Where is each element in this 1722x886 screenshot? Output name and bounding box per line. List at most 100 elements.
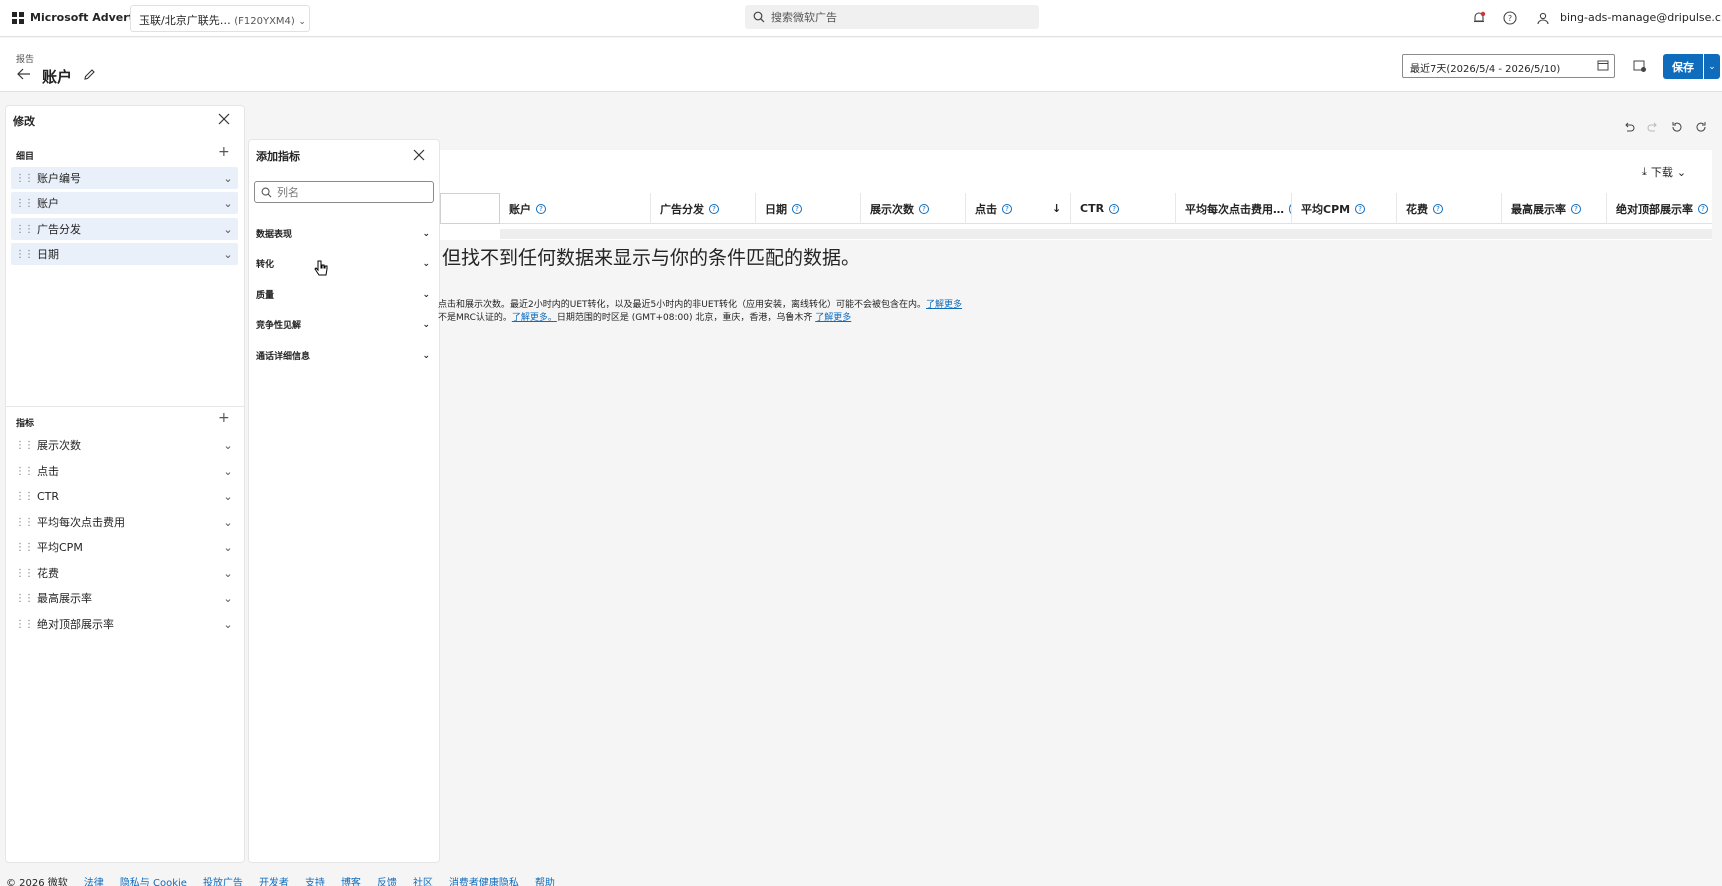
breadcrumb[interactable]: 报告 bbox=[16, 52, 34, 65]
column-header-ctr[interactable]: CTR? bbox=[1071, 193, 1176, 224]
metric-item[interactable]: ⋮⋮ 花费 ⌄ bbox=[11, 562, 238, 584]
category-quality[interactable]: 质量 ⌄ bbox=[256, 288, 430, 302]
metric-item[interactable]: ⋮⋮ 点击 ⌄ bbox=[11, 460, 238, 482]
learn-more-link[interactable]: 了解更多。 bbox=[512, 313, 557, 323]
chevron-down-icon[interactable]: ⌄ bbox=[218, 223, 238, 236]
save-options-chevron-icon[interactable]: ⌄ bbox=[1704, 54, 1720, 79]
schedule-icon[interactable] bbox=[1633, 59, 1647, 76]
column-header-ad-distribution[interactable]: 广告分发? bbox=[651, 193, 756, 224]
detail-item[interactable]: ⋮⋮ 账户编号 ⌄ bbox=[11, 167, 238, 189]
help-icon[interactable]: ? bbox=[792, 203, 802, 214]
help-icon[interactable]: ? bbox=[1355, 203, 1366, 214]
user-avatar-icon[interactable] bbox=[1534, 9, 1552, 27]
category-call-details[interactable]: 通话详细信息 ⌄ bbox=[256, 349, 430, 363]
drag-handle-icon[interactable]: ⋮⋮ bbox=[11, 224, 37, 235]
column-search-input[interactable]: 列名 bbox=[254, 181, 434, 203]
chevron-down-icon[interactable]: ⌄ bbox=[218, 490, 238, 503]
category-performance[interactable]: 数据表现 ⌄ bbox=[256, 227, 430, 241]
learn-more-link[interactable]: 了解更多 bbox=[926, 300, 962, 310]
close-icon[interactable] bbox=[218, 113, 230, 128]
help-icon[interactable]: ? bbox=[536, 203, 546, 214]
column-header-impressions[interactable]: 展示次数? bbox=[861, 193, 966, 224]
help-icon[interactable]: ? bbox=[919, 203, 929, 214]
reset-icon[interactable] bbox=[1668, 118, 1686, 136]
footer-link[interactable]: 开发者 bbox=[259, 874, 289, 886]
undo-icon[interactable] bbox=[1620, 118, 1638, 136]
horizontal-scrollbar[interactable] bbox=[500, 229, 1712, 239]
drag-handle-icon[interactable]: ⋮⋮ bbox=[11, 198, 37, 209]
footer-link[interactable]: 社区 bbox=[413, 874, 433, 886]
chevron-down-icon[interactable]: ⌄ bbox=[218, 592, 238, 605]
learn-more-link[interactable]: 了解更多 bbox=[815, 313, 851, 323]
calendar-icon[interactable] bbox=[1597, 59, 1609, 74]
account-selector[interactable]: 玉联/北京广联先… (F120YXM4) ⌄ bbox=[130, 5, 310, 32]
metric-item[interactable]: ⋮⋮ 最高展示率 ⌄ bbox=[11, 587, 238, 609]
column-header-date[interactable]: 日期? bbox=[756, 193, 861, 224]
column-header-account[interactable]: 账户? bbox=[500, 193, 651, 224]
save-button[interactable]: 保存 bbox=[1663, 54, 1703, 79]
metric-item[interactable]: ⋮⋮ 平均CPM ⌄ bbox=[11, 536, 238, 558]
redo-icon[interactable] bbox=[1644, 118, 1662, 136]
refresh-icon[interactable] bbox=[1692, 118, 1710, 136]
category-competitive-insights[interactable]: 竞争性见解 ⌄ bbox=[256, 318, 430, 332]
metric-item[interactable]: ⋮⋮ 展示次数 ⌄ bbox=[11, 434, 238, 456]
detail-item[interactable]: ⋮⋮ 广告分发 ⌄ bbox=[11, 218, 238, 240]
download-button[interactable]: ⤓ 下载 ⌄ bbox=[1642, 164, 1686, 180]
footer-link[interactable]: 隐私与 Cookie bbox=[120, 874, 187, 886]
column-header-top-impression-rate[interactable]: 最高展示率? bbox=[1502, 193, 1607, 224]
column-header-avg-cpc[interactable]: 平均每次点击费用…? bbox=[1176, 193, 1292, 224]
edit-pencil-icon[interactable] bbox=[83, 68, 96, 84]
chevron-down-icon[interactable]: ⌄ bbox=[218, 541, 238, 554]
drag-handle-icon[interactable]: ⋮⋮ bbox=[11, 593, 37, 604]
column-header-avg-cpm[interactable]: 平均CPM? bbox=[1292, 193, 1397, 224]
metric-item[interactable]: ⋮⋮ 平均每次点击费用 ⌄ bbox=[11, 511, 238, 533]
help-icon[interactable]: ? bbox=[1698, 203, 1708, 214]
chevron-down-icon[interactable]: ⌄ bbox=[218, 439, 238, 452]
detail-item[interactable]: ⋮⋮ 日期 ⌄ bbox=[11, 243, 238, 265]
footer-link[interactable]: 投放广告 bbox=[203, 874, 243, 886]
footer-link[interactable]: 博客 bbox=[341, 874, 361, 886]
column-header-abs-top-impression-rate[interactable]: 绝对顶部展示率? bbox=[1607, 193, 1712, 224]
back-arrow-icon[interactable] bbox=[17, 68, 31, 83]
drag-handle-icon[interactable]: ⋮⋮ bbox=[11, 466, 37, 477]
drag-handle-icon[interactable]: ⋮⋮ bbox=[11, 173, 37, 184]
detail-item[interactable]: ⋮⋮ 账户 ⌄ bbox=[11, 192, 238, 214]
metric-item[interactable]: ⋮⋮ 绝对顶部展示率 ⌄ bbox=[11, 613, 238, 635]
help-icon[interactable]: ? bbox=[1433, 203, 1443, 214]
help-icon[interactable]: ? bbox=[1501, 9, 1519, 27]
drag-handle-icon[interactable]: ⋮⋮ bbox=[11, 491, 37, 502]
help-icon[interactable]: ? bbox=[1571, 203, 1581, 214]
drag-handle-icon[interactable]: ⋮⋮ bbox=[11, 517, 37, 528]
metric-item[interactable]: ⋮⋮ CTR ⌄ bbox=[11, 485, 238, 507]
add-detail-plus-icon[interactable]: + bbox=[218, 144, 230, 160]
user-email[interactable]: bing-ads-manage@dripulse.c... bbox=[1560, 11, 1722, 24]
date-range-picker[interactable]: 最近7天(2026/5/4 - 2026/5/10) bbox=[1402, 54, 1615, 78]
chevron-down-icon[interactable]: ⌄ bbox=[218, 516, 238, 529]
footer-link[interactable]: 法律 bbox=[84, 874, 104, 886]
chevron-down-icon[interactable]: ⌄ bbox=[218, 172, 238, 185]
drag-handle-icon[interactable]: ⋮⋮ bbox=[11, 249, 37, 260]
add-metric-plus-icon[interactable]: + bbox=[218, 410, 230, 426]
help-icon[interactable]: ? bbox=[709, 203, 719, 214]
chevron-down-icon[interactable]: ⌄ bbox=[218, 567, 238, 580]
column-header-clicks[interactable]: 点击? ↓ bbox=[966, 193, 1071, 224]
chevron-down-icon[interactable]: ⌄ bbox=[218, 248, 238, 261]
drag-handle-icon[interactable]: ⋮⋮ bbox=[11, 619, 37, 630]
sort-descending-icon[interactable]: ↓ bbox=[1052, 202, 1061, 215]
selected-column-cell[interactable] bbox=[440, 193, 500, 224]
close-icon[interactable] bbox=[413, 149, 425, 164]
footer-link[interactable]: 帮助 bbox=[535, 874, 555, 886]
help-icon[interactable]: ? bbox=[1002, 203, 1012, 214]
chevron-down-icon[interactable]: ⌄ bbox=[218, 197, 238, 210]
drag-handle-icon[interactable]: ⋮⋮ bbox=[11, 568, 37, 579]
category-conversions[interactable]: 转化 ⌄ bbox=[256, 257, 430, 271]
footer-link[interactable]: 支持 bbox=[305, 874, 325, 886]
chevron-down-icon[interactable]: ⌄ bbox=[218, 465, 238, 478]
footer-link[interactable]: 消费者健康隐私 bbox=[449, 874, 519, 886]
help-icon[interactable]: ? bbox=[1109, 203, 1120, 214]
chevron-down-icon[interactable]: ⌄ bbox=[218, 618, 238, 631]
footer-link[interactable]: 反馈 bbox=[377, 874, 397, 886]
global-search[interactable]: 搜索微软广告 bbox=[745, 5, 1039, 29]
drag-handle-icon[interactable]: ⋮⋮ bbox=[11, 440, 37, 451]
column-header-spend[interactable]: 花费? bbox=[1397, 193, 1502, 224]
